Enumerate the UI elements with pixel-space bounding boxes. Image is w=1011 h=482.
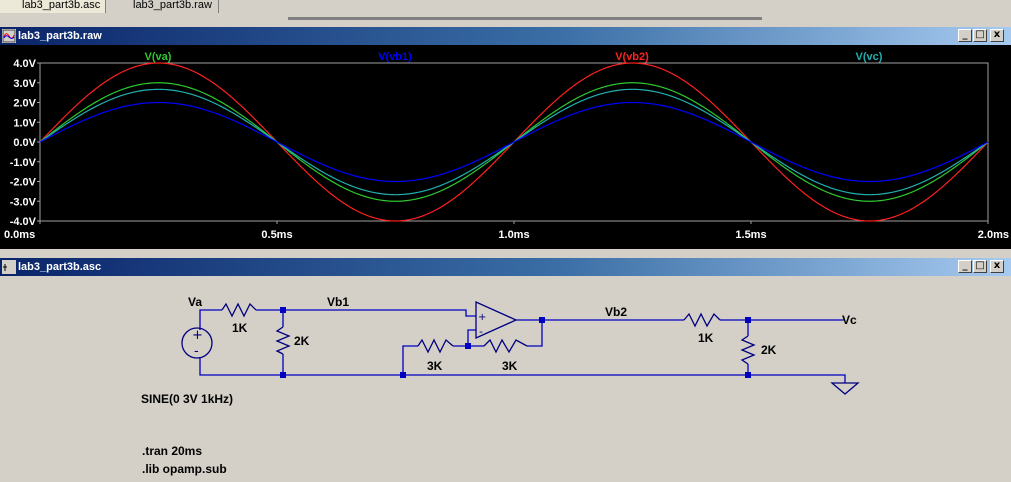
schematic-canvas[interactable]: Va Vb1 Vb2 Vc 1K 2K 3K 3K 1K 2K SINE(0 3…	[0, 276, 1011, 482]
tab-schematic[interactable]: lab3_part3b.asc	[0, 0, 106, 13]
resistor-r2[interactable]	[275, 326, 291, 355]
schematic-close-button[interactable]: x	[990, 260, 1004, 273]
legend-vb2[interactable]: V(vb2)	[615, 51, 649, 63]
plot-pane[interactable]: 4.0V 3.0V 2.0V 1.0V 0.0V -1.0V -2.0V -3.0V -4.0V…	[0, 45, 1011, 249]
waveform-plot[interactable]: 4.0V 3.0V 2.0V 1.0V 0.0V -1.0V -2.0V -3.0V -4.0V…	[0, 45, 1011, 249]
r2-value: 2K	[294, 334, 310, 348]
legend-vc[interactable]: V(vc)	[856, 51, 883, 63]
schematic-drawing[interactable]: Va Vb1 Vb2 Vc 1K 2K 3K 3K 1K 2K SINE(0 3…	[0, 276, 1011, 482]
schematic-window-title: lab3_part3b.asc	[18, 261, 102, 273]
resistor-r6[interactable]	[740, 335, 756, 365]
x-tick-label: 0.0ms	[4, 229, 35, 241]
legend-va[interactable]: V(va)	[145, 51, 172, 63]
document-tab-bar: lab3_part3b.asc lab3_part3b.raw	[0, 0, 1011, 14]
y-tick-label: -2.0V	[10, 177, 37, 189]
x-tick-label: 2.0ms	[978, 229, 1009, 241]
tab-label: lab3_part3b.raw	[133, 0, 212, 11]
x-tick-label: 0.5ms	[261, 229, 292, 241]
r1-value: 1K	[232, 321, 248, 335]
net-label-vb1: Vb1	[327, 295, 349, 309]
plot-minimize-button[interactable]: _	[958, 29, 972, 42]
tab-label: lab3_part3b.asc	[22, 0, 101, 11]
source-minus-sign: -	[194, 344, 199, 359]
r5-value: 1K	[698, 331, 714, 345]
source-value: SINE(0 3V 1kHz)	[141, 392, 233, 406]
net-label-va: Va	[188, 295, 202, 309]
legend-vb1[interactable]: V(vb1)	[378, 51, 412, 63]
resistor-r4[interactable]	[483, 338, 528, 354]
net-label-vb2: Vb2	[605, 305, 627, 319]
y-tick-label: 2.0V	[13, 98, 36, 110]
plot-maximize-button[interactable]: □	[973, 29, 987, 42]
plot-window-titlebar[interactable]: lab3_part3b.raw _ □ x	[0, 27, 1011, 45]
plot-window-title: lab3_part3b.raw	[18, 30, 102, 42]
y-tick-label: 0.0V	[13, 137, 36, 149]
r6-value: 2K	[761, 343, 777, 357]
y-tick-label: -4.0V	[10, 216, 37, 228]
tab-scrollbar-thumb[interactable]	[288, 17, 762, 20]
plot-close-button[interactable]: x	[990, 29, 1004, 42]
net-label-vc: Vc	[842, 313, 857, 327]
y-tick-label: 3.0V	[13, 78, 36, 90]
x-tick-label: 1.5ms	[735, 229, 766, 241]
schematic-window-icon	[2, 260, 16, 274]
y-tick-label: 4.0V	[13, 58, 36, 70]
schematic-minimize-button[interactable]: _	[958, 260, 972, 273]
ground-symbol[interactable]	[830, 382, 860, 395]
opamp-minus-sign: -	[479, 325, 483, 338]
spice-directive-lib: .lib opamp.sub	[142, 462, 227, 476]
r4-value: 3K	[502, 359, 518, 373]
spice-directive-tran: .tran 20ms	[142, 444, 202, 458]
y-tick-label: -3.0V	[10, 196, 37, 208]
opamp-plus-sign: +	[478, 312, 486, 323]
series-line-vb1[interactable]	[39, 101, 989, 183]
schematic-maximize-button[interactable]: □	[973, 260, 987, 273]
resistor-r5[interactable]	[683, 312, 721, 328]
resistor-r3[interactable]	[417, 338, 454, 354]
schematic-window-titlebar[interactable]: lab3_part3b.asc _ □ x	[0, 258, 1011, 276]
tab-waveform[interactable]: lab3_part3b.raw	[107, 0, 219, 13]
r3-value: 3K	[427, 359, 443, 373]
y-tick-label: -1.0V	[10, 157, 37, 169]
y-tick-label: 1.0V	[13, 117, 36, 129]
waveform-window-icon	[2, 29, 16, 43]
x-tick-label: 1.0ms	[498, 229, 529, 241]
source-plus-sign: +	[192, 328, 203, 343]
resistor-r1[interactable]	[221, 302, 257, 318]
